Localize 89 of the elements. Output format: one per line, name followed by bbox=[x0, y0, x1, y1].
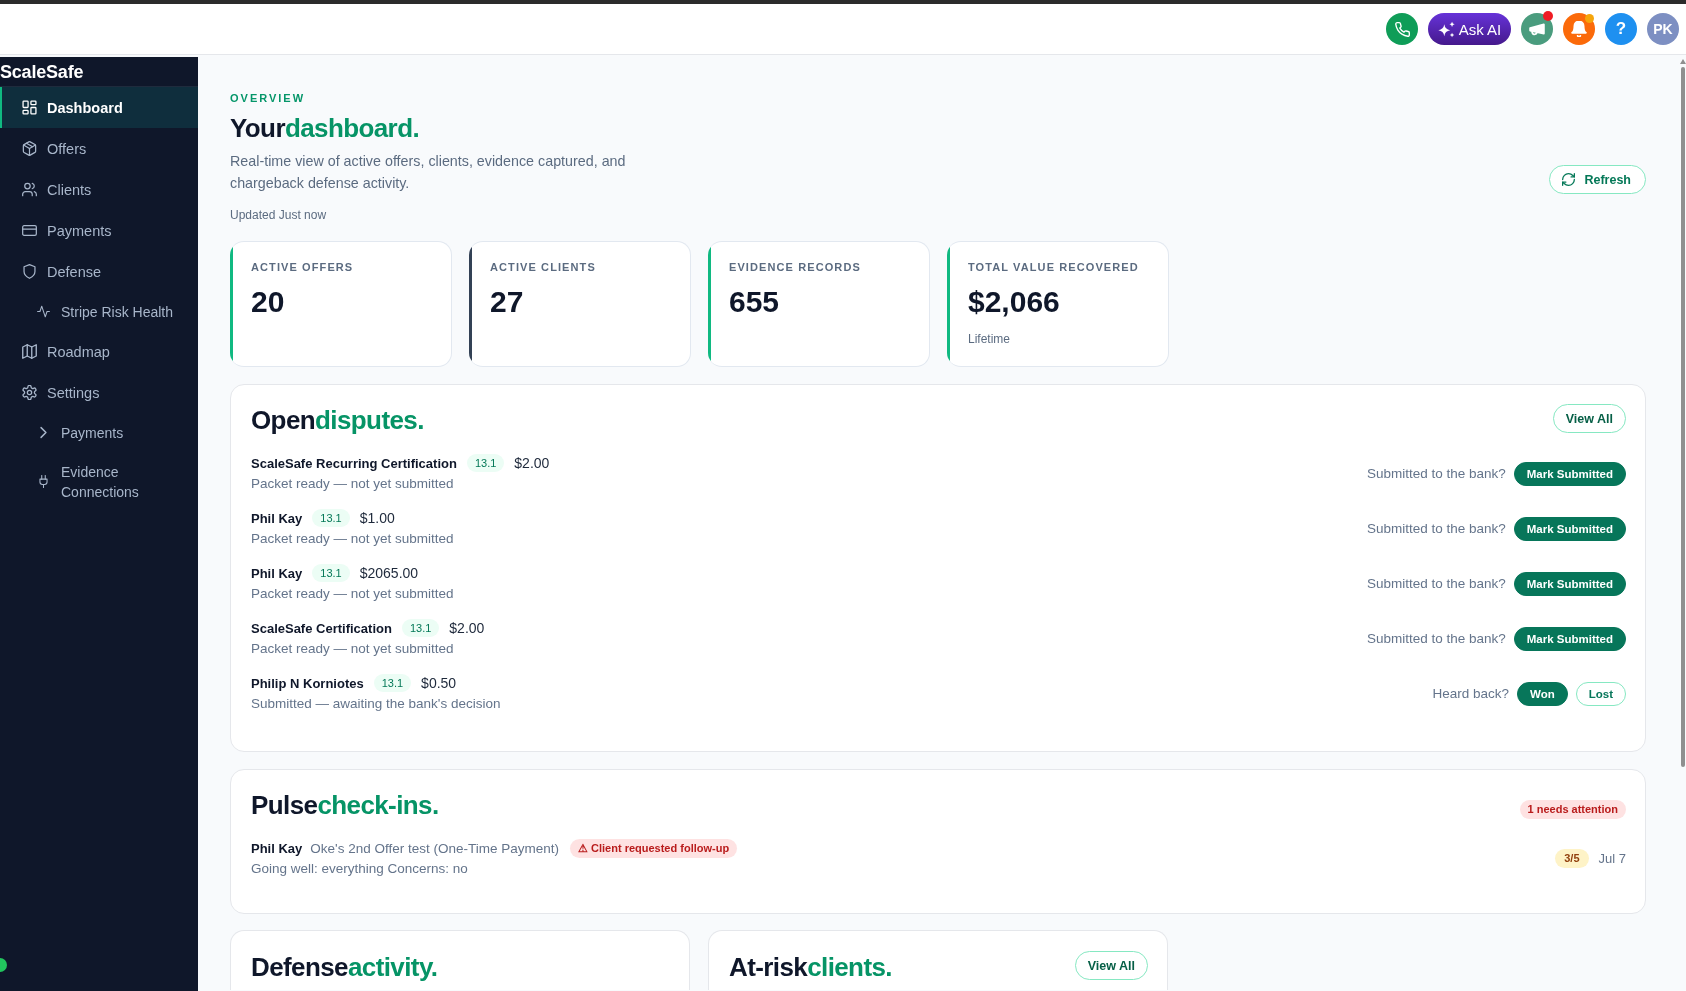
grid-icon bbox=[22, 100, 37, 115]
megaphone-icon bbox=[1529, 21, 1545, 37]
chevron-right-icon bbox=[37, 426, 50, 439]
map-icon bbox=[22, 344, 37, 359]
page-description: Real-time view of active offers, clients, evidence captured, and chargeback defense activity. bbox=[230, 152, 627, 193]
view-all-button[interactable]: View All bbox=[1552, 404, 1626, 433]
offer-name: Oke's 2nd Offer test (One-Time Payment) bbox=[310, 840, 559, 856]
stat-label: ACTIVE OFFERS bbox=[251, 260, 355, 274]
stat-label: EVIDENCE RECORDS bbox=[729, 260, 862, 274]
nav-item[interactable]: Clients bbox=[0, 169, 198, 210]
bell-icon bbox=[1571, 21, 1587, 37]
dispute-status: Submitted — awaiting the bank's decision bbox=[251, 695, 501, 713]
client-name: Phil Kay bbox=[251, 840, 303, 856]
checkin-date: Jul 7 bbox=[1598, 851, 1626, 866]
nav-item[interactable]: Offers bbox=[0, 128, 198, 169]
attention-badge: 1 needs attention bbox=[1519, 800, 1626, 819]
users-icon bbox=[22, 182, 37, 197]
action-prompt: Submitted to the bank? bbox=[1366, 631, 1506, 646]
nav-item[interactable]: Roadmap bbox=[0, 331, 198, 372]
nav-subitem[interactable]: Evidence Connections bbox=[0, 452, 198, 511]
pulse-line-icon bbox=[37, 305, 50, 318]
scroll-up-arrow-icon[interactable] bbox=[1680, 59, 1686, 64]
client-name: Phil Kay bbox=[251, 510, 303, 526]
phone-icon bbox=[1394, 21, 1410, 37]
shield-icon bbox=[22, 264, 37, 279]
nav-item[interactable]: Dashboard bbox=[0, 87, 198, 128]
card-icon bbox=[22, 223, 37, 238]
dispute-amount: $2065.00 bbox=[359, 565, 419, 581]
dispute-amount: $2.00 bbox=[449, 620, 485, 636]
nav-item[interactable]: Defense bbox=[0, 251, 198, 292]
dispute-status: Packet ready — not yet submitted bbox=[251, 530, 454, 548]
refresh-icon bbox=[1562, 173, 1576, 186]
action-button[interactable]: Mark Submitted bbox=[1513, 626, 1626, 651]
stat-value: 27 bbox=[490, 284, 525, 320]
update-time: Updated Just now bbox=[230, 207, 328, 223]
reason-code-badge: 13.1 bbox=[466, 454, 505, 472]
plug-icon bbox=[37, 475, 50, 488]
reason-code-badge: 13.1 bbox=[312, 564, 350, 582]
stat-note: Lifetime bbox=[968, 331, 1012, 347]
scrollbar-thumb[interactable] bbox=[1681, 67, 1685, 767]
section-eyebrow: OVERVIEW bbox=[230, 91, 307, 105]
section-title: At-riskclients. bbox=[729, 951, 892, 983]
action-button[interactable]: Lost bbox=[1575, 681, 1626, 706]
sparkle-icon bbox=[1437, 20, 1455, 38]
dispute-status: Packet ready — not yet submitted bbox=[251, 640, 455, 658]
action-button[interactable]: Mark Submitted bbox=[1513, 516, 1626, 541]
action-prompt: Submitted to the bank? bbox=[1366, 521, 1506, 536]
checkin-summary: Going well: everything Concerns: no bbox=[251, 860, 469, 878]
reason-code-badge: 13.1 bbox=[373, 674, 412, 692]
nav-item[interactable]: Payments bbox=[0, 210, 198, 251]
page-title: Yourdashboard. bbox=[230, 112, 421, 144]
dispute-amount: $0.50 bbox=[421, 675, 457, 691]
action-prompt: Submitted to the bank? bbox=[1366, 576, 1506, 591]
stat-label: TOTAL VALUE RECOVERED bbox=[968, 260, 1140, 274]
section-title: Pulsecheck-ins. bbox=[251, 789, 439, 821]
nav-subitem[interactable]: Payments bbox=[0, 413, 198, 452]
nav-item[interactable]: Settings bbox=[0, 372, 198, 413]
stat-label: ACTIVE CLIENTS bbox=[490, 260, 597, 274]
client-name: ScaleSafe Certification bbox=[251, 620, 392, 636]
announcements-button[interactable] bbox=[1521, 13, 1553, 45]
section-title: Opendisputes. bbox=[251, 404, 424, 436]
score-badge: 3/5 bbox=[1555, 849, 1589, 868]
dispute-status: Packet ready — not yet submitted bbox=[251, 585, 454, 603]
dispute-status: Packet ready — not yet submitted bbox=[251, 475, 455, 493]
dispute-amount: $1.00 bbox=[359, 510, 395, 526]
action-prompt: Submitted to the bank? bbox=[1366, 466, 1506, 481]
client-name: Philip N Korniotes bbox=[251, 675, 364, 691]
nav-subitem[interactable]: Stripe Risk Health bbox=[0, 292, 198, 331]
action-button[interactable]: Mark Submitted bbox=[1513, 571, 1626, 596]
settings-icon bbox=[22, 385, 37, 400]
view-all-button[interactable]: View All bbox=[1074, 951, 1148, 980]
notifications-button[interactable] bbox=[1563, 13, 1595, 45]
action-button[interactable]: Mark Submitted bbox=[1513, 461, 1626, 486]
dispute-amount: $2.00 bbox=[514, 455, 550, 471]
reason-code-badge: 13.1 bbox=[401, 619, 440, 637]
reason-code-badge: 13.1 bbox=[312, 509, 350, 527]
phone-button[interactable] bbox=[1386, 13, 1418, 45]
action-button[interactable]: Won bbox=[1517, 681, 1568, 706]
stat-value: 20 bbox=[251, 284, 286, 320]
ask-ai-button[interactable]: Ask AI bbox=[1428, 13, 1511, 45]
client-name: ScaleSafe Recurring Certification bbox=[251, 455, 457, 471]
client-name: Phil Kay bbox=[251, 565, 303, 581]
stat-value: $2,066 bbox=[968, 284, 1061, 320]
refresh-button[interactable]: Refresh bbox=[1549, 165, 1646, 194]
stat-value: 655 bbox=[729, 284, 781, 320]
box-icon bbox=[22, 141, 37, 156]
action-prompt: Heard back? bbox=[1432, 686, 1509, 701]
follow-up-flag: ⚠ Client requested follow-up bbox=[569, 838, 738, 858]
section-title: Defenseactivity. bbox=[251, 951, 438, 983]
